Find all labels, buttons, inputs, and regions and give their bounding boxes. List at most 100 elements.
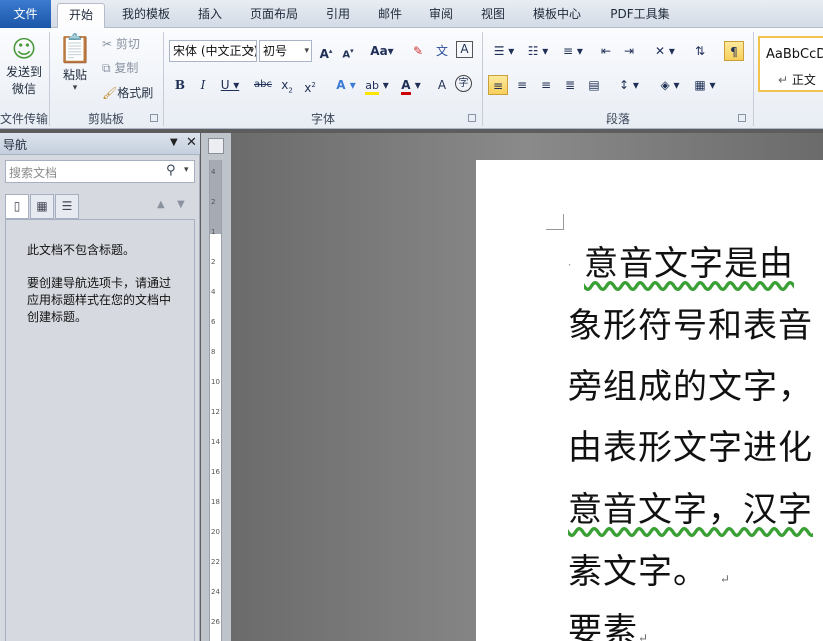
shading-button[interactable]: ◈ ▾ [655, 75, 685, 95]
bullets-button[interactable]: ☰ ▾ [488, 41, 520, 61]
grow-font-button[interactable]: A▴ [316, 41, 336, 61]
send-to-wechat-button[interactable]: ☺ 发送到 微信 [2, 34, 46, 104]
line-spacing-button[interactable]: ↕ ▾ [614, 75, 644, 95]
ruler-mark: 4 [211, 288, 216, 296]
style-normal[interactable]: AaBbCcD ↵ 正文 [758, 36, 823, 92]
tab-selector-icon[interactable] [208, 138, 224, 154]
sort-icon[interactable]: ⇅ [690, 41, 710, 61]
distributed-icon[interactable]: ▤ [584, 75, 604, 95]
document-line-text: 素文字。 [568, 552, 708, 592]
pane-options-icon[interactable]: ▼ [170, 137, 178, 148]
document-canvas[interactable]: · 意音文字是由 象形符号和表音 旁组成的文字， 由表形文字进化 意音文字，汉字… [231, 133, 823, 641]
tab-references[interactable]: 引用 [318, 3, 358, 28]
document-line[interactable]: 旁组成的文字， [568, 359, 813, 408]
style-name-label: 正文 [791, 73, 816, 87]
font-name-select[interactable]: 宋体 (中文正文) ▾ [169, 40, 257, 62]
paste-button[interactable]: 📋 粘贴 ▾ [56, 32, 94, 104]
tab-results-view[interactable]: ☰ [55, 194, 79, 219]
highlight-color-button[interactable]: ab ▾ [362, 75, 392, 95]
show-formatting-marks-icon[interactable]: ¶ [724, 41, 744, 61]
strikethrough-button[interactable]: abc [251, 75, 275, 95]
tab-mailings[interactable]: 邮件 [370, 3, 410, 28]
underline-button[interactable]: U ▾ [216, 75, 244, 95]
tab-view[interactable]: 视图 [473, 3, 513, 28]
search-icon[interactable]: ⚲ [166, 163, 176, 178]
cut-label: 剪切 [115, 37, 140, 51]
next-heading-icon[interactable]: ▼ [177, 199, 185, 210]
document-line[interactable]: 由表形文字进化 [568, 420, 813, 469]
copy-button[interactable]: ⧉ 复制 [102, 57, 162, 79]
text-effects-button[interactable]: A ▾ [332, 75, 360, 95]
tab-home[interactable]: 开始 [57, 3, 105, 28]
subscript-button[interactable]: x2 [277, 75, 297, 95]
multilevel-list-button[interactable]: ≡ ▾ [557, 41, 589, 61]
no-headings-message: 此文档不包含标题。 [27, 243, 136, 257]
superscript-button[interactable]: x2 [300, 75, 320, 95]
ruler-mark: 12 [211, 408, 220, 416]
ruler-mark: 6 [211, 318, 216, 326]
italic-button[interactable]: I [193, 75, 213, 95]
scissors-icon: ✂ [102, 37, 113, 51]
borders-button[interactable]: ▦ ▾ [690, 75, 720, 95]
chevron-down-icon[interactable]: ▾ [184, 165, 189, 175]
previous-heading-icon[interactable]: ▲ [157, 199, 165, 210]
decrease-indent-icon[interactable]: ⇤ [596, 41, 616, 61]
align-center-icon[interactable]: ≡ [512, 75, 532, 95]
ruler-mark: 22 [211, 558, 220, 566]
navigation-pane-header: 导航 ▼ ✕ [0, 133, 200, 155]
increase-indent-icon[interactable]: ⇥ [619, 41, 639, 61]
group-label-paragraph: 段落 [605, 112, 630, 126]
navigation-view-tabs: ▯ ▦ ☰ ▲ ▼ [5, 194, 195, 220]
ruler-mark: 18 [211, 498, 220, 506]
tab-page-layout[interactable]: 页面布局 [241, 3, 307, 28]
tab-headings-view[interactable]: ▯ [5, 194, 29, 219]
enclose-characters-icon[interactable]: 字 [455, 75, 472, 92]
group-label-font: 字体 [310, 112, 335, 126]
clear-format-icon[interactable]: ✎ [408, 41, 428, 61]
paragraph-dialog-launcher[interactable] [738, 114, 746, 122]
ruler-mark: 8 [211, 348, 216, 356]
close-icon[interactable]: ✕ [186, 135, 197, 150]
font-color-button[interactable]: A ▾ [396, 75, 426, 95]
cut-button[interactable]: ✂ 剪切 [102, 33, 162, 55]
tab-pages-view[interactable]: ▦ [30, 194, 54, 219]
search-input[interactable]: 搜索文档 ⚲ ▾ [5, 160, 195, 183]
shrink-font-button[interactable]: A▾ [338, 41, 358, 61]
align-right-icon[interactable]: ≡ [536, 75, 556, 95]
document-line[interactable]: · 意音文字是由 [568, 236, 794, 285]
vertical-ruler[interactable]: 4 2 1 2 4 6 8 10 12 14 16 18 20 22 24 26 [209, 160, 222, 641]
character-border-icon[interactable]: A [456, 41, 473, 58]
numbering-button[interactable]: ☷ ▾ [522, 41, 554, 61]
chinese-layout-button[interactable]: ✕ ▾ [650, 41, 680, 61]
tab-template-center[interactable]: 模板中心 [524, 3, 590, 28]
document-line[interactable]: 要素↵ [568, 603, 649, 641]
tab-pdf-tools[interactable]: PDF工具集 [602, 3, 678, 28]
clipboard-dialog-launcher[interactable] [150, 114, 158, 122]
ruler-mark: 10 [211, 378, 220, 386]
font-size-value: 初号 [263, 44, 288, 58]
font-size-select[interactable]: 初号 ▾ [259, 40, 312, 62]
bold-button[interactable]: B [170, 75, 190, 95]
wechat-icon: ☺ [11, 35, 37, 63]
ruler-mark: 2 [211, 198, 216, 206]
vertical-ruler-area: 4 2 1 2 4 6 8 10 12 14 16 18 20 22 24 26 [201, 133, 231, 641]
tab-my-templates[interactable]: 我的模板 [113, 3, 179, 28]
justify-icon[interactable]: ≣ [560, 75, 580, 95]
document-line[interactable]: 意音文字，汉字 [568, 482, 813, 531]
font-name-value: 宋体 (中文正文) [173, 44, 257, 58]
copy-icon: ⧉ [102, 61, 111, 75]
tab-review[interactable]: 审阅 [421, 3, 461, 28]
change-case-button[interactable]: Aa▾ [368, 41, 396, 61]
document-page[interactable]: · 意音文字是由 象形符号和表音 旁组成的文字， 由表形文字进化 意音文字，汉字… [476, 160, 823, 641]
document-line[interactable]: 素文字。 ↵ [568, 544, 731, 593]
tab-insert[interactable]: 插入 [190, 3, 230, 28]
document-line[interactable]: 象形符号和表音 [568, 298, 813, 347]
format-painter-button[interactable]: 🖌格式刷 [102, 82, 162, 104]
character-shading-icon[interactable]: A [432, 75, 452, 95]
phonetic-guide-icon[interactable]: 文 [432, 41, 452, 61]
tab-file[interactable]: 文件 [0, 0, 51, 28]
format-painter-label: 格式刷 [117, 86, 154, 100]
bullet-mark: · [568, 260, 573, 272]
align-left-icon[interactable]: ≡ [488, 75, 508, 95]
font-dialog-launcher[interactable] [468, 114, 476, 122]
